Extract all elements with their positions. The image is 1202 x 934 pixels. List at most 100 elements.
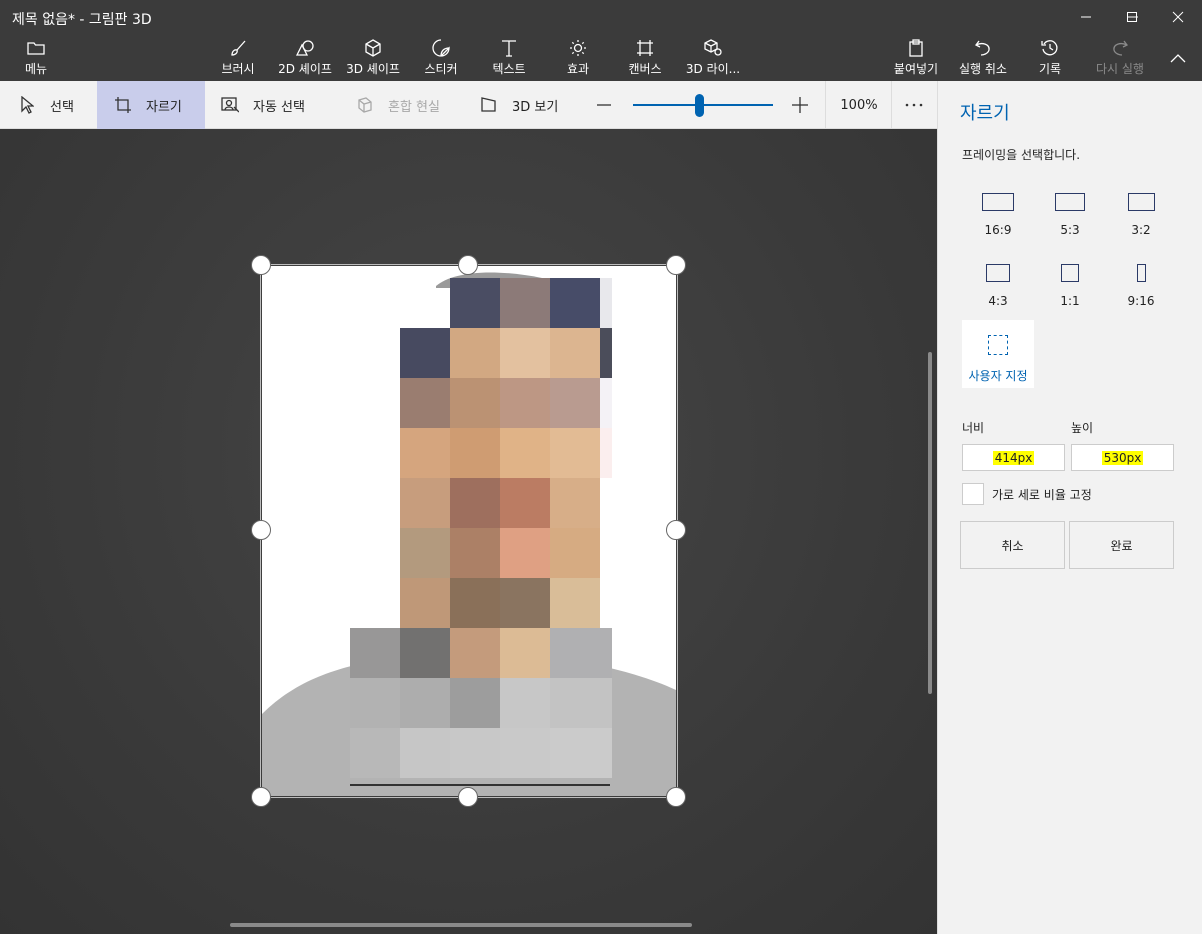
cube-icon [363,38,383,58]
lock-aspect-checkbox[interactable] [962,483,984,505]
ratio-1-1[interactable]: 1:1 [1034,258,1106,318]
horizontal-scrollbar[interactable] [230,923,692,927]
panel-title: 자르기 [960,103,1010,124]
window-title: 제목 없음* - 그림판 3D [12,12,152,28]
vertical-scrollbar[interactable] [928,352,932,694]
undo-button[interactable]: 실행 취소 [952,38,1014,80]
more-options-button[interactable] [892,81,936,129]
zoom-level-button[interactable]: 100% [826,81,892,129]
ratio-4-3-icon [986,264,1010,282]
select-tool[interactable]: 선택 [0,81,97,129]
mixed-reality-icon [356,96,374,114]
canvas-icon [635,38,655,58]
lock-aspect-label: 가로 세로 비율 고정 [992,488,1092,502]
undo-label: 실행 취소 [959,62,1007,76]
width-value: 414px [992,450,1035,465]
redo-button[interactable]: 다시 실행 [1090,38,1150,80]
crop-label: 자르기 [146,99,182,115]
folder-icon [26,38,46,58]
ratio-3-2-icon [1127,193,1155,211]
ratio-16-9-icon [982,193,1014,211]
more-icon [905,103,923,107]
3d-view-toggle[interactable]: 3D 보기 [466,81,566,129]
title-bar: 제목 없음* - 그림판 3D [0,0,1202,34]
zoom-out-button[interactable] [590,81,618,129]
height-value: 530px [1101,450,1144,465]
ratio-custom[interactable]: 사용자 지정 [962,320,1034,388]
menu-label: 메뉴 [24,62,48,76]
maximize-icon [1127,12,1137,22]
3d-library-tool[interactable]: 3D 라이... [682,38,744,80]
crop-handle-top[interactable] [458,255,478,275]
zoom-slider-thumb[interactable] [694,94,704,117]
redo-icon [1110,38,1130,58]
history-button[interactable]: 기록 [1030,38,1070,80]
effects-tool[interactable]: 효과 [556,38,600,80]
ratio-3-2-label: 3:2 [1131,223,1151,237]
zoom-in-button[interactable] [786,81,814,129]
menu-button[interactable]: 메뉴 [16,38,56,80]
crop-handle-bottom-left[interactable] [251,787,271,807]
3d-library-label: 3D 라이... [685,62,741,76]
ratio-4-3-label: 4:3 [988,294,1008,308]
crop-handle-bottom[interactable] [458,787,478,807]
crop-handle-right[interactable] [666,520,686,540]
brush-tool[interactable]: 브러시 [214,38,262,80]
ratio-3-2[interactable]: 3:2 [1105,187,1177,247]
ratio-5-3-label: 5:3 [1060,223,1080,237]
redo-label: 다시 실행 [1096,62,1144,76]
paste-button[interactable]: 붙여넣기 [888,38,944,80]
mixed-reality-tool[interactable]: 혼합 현실 [342,81,462,129]
mixed-reality-label: 혼합 현실 [388,99,440,115]
close-button[interactable] [1155,0,1201,34]
ratio-9-16-icon [1136,264,1146,282]
sun-icon [568,38,588,58]
crop-frame[interactable] [260,264,678,798]
crop-icon [114,96,132,114]
magic-select-tool[interactable]: 자동 선택 [205,81,335,129]
ratio-5-3-icon [1055,193,1085,211]
height-field[interactable]: 530px [1071,444,1174,471]
minus-icon [597,104,611,106]
minimize-button[interactable] [1063,0,1109,34]
select-label: 선택 [50,99,74,115]
chevron-up-icon [1168,48,1188,68]
minimize-icon [1081,16,1091,18]
text-tool[interactable]: 텍스트 [484,38,534,80]
brush-icon [228,38,248,58]
zoom-level: 100% [840,97,878,113]
pointer-icon [18,96,36,114]
crop-handle-left[interactable] [251,520,271,540]
ratio-9-16[interactable]: 9:16 [1105,258,1177,318]
3d-shapes-tool[interactable]: 3D 셰이프 [340,38,406,80]
crop-tool[interactable]: 자르기 [97,81,205,129]
done-label: 완료 [1110,538,1133,553]
maximize-button[interactable] [1109,0,1155,34]
canvas-tool[interactable]: 캔버스 [620,38,670,80]
paste-label: 붙여넣기 [893,62,939,76]
ratio-4-3[interactable]: 4:3 [962,258,1034,318]
crop-handle-top-right[interactable] [666,255,686,275]
ratio-1-1-icon [1061,264,1079,282]
width-field[interactable]: 414px [962,444,1065,471]
ratio-16-9-label: 16:9 [984,223,1012,237]
ratio-1-1-label: 1:1 [1060,294,1080,308]
magic-select-icon [221,96,239,114]
stickers-tool[interactable]: 스티커 [416,38,466,80]
crop-handle-top-left[interactable] [251,255,271,275]
cancel-label: 취소 [1001,538,1024,553]
ratio-5-3[interactable]: 5:3 [1034,187,1106,247]
custom-label: 사용자 지정 [968,369,1028,383]
3d-view-icon [480,96,498,114]
done-button[interactable]: 완료 [1069,521,1174,569]
ratio-16-9[interactable]: 16:9 [962,187,1034,247]
2d-shapes-tool[interactable]: 2D 셰이프 [272,38,338,80]
cancel-button[interactable]: 취소 [960,521,1065,569]
undo-icon [973,38,993,58]
crop-handle-bottom-right[interactable] [666,787,686,807]
3d-view-label: 3D 보기 [512,99,559,115]
2d-shapes-icon [295,38,315,58]
history-icon [1040,38,1060,58]
stickers-label: 스티커 [424,62,458,76]
brush-label: 브러시 [221,62,255,76]
